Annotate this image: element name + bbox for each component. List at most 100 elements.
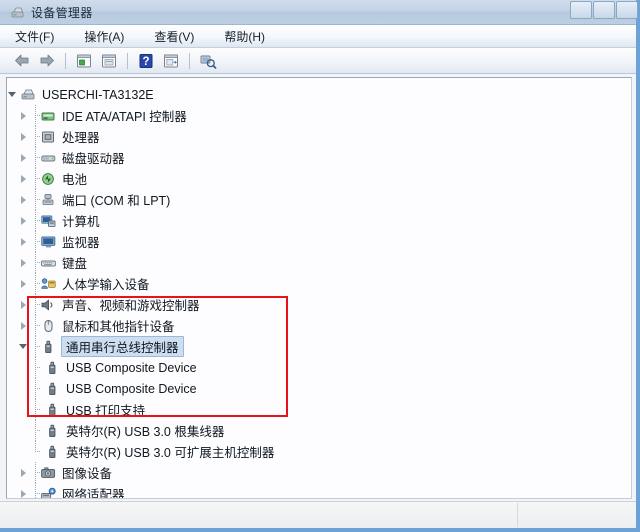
tree-item-label: 磁盘驱动器 — [62, 152, 125, 166]
tree-item[interactable]: 电池 — [7, 168, 631, 189]
tree-connector — [31, 231, 41, 252]
tree-item-label: 图像设备 — [62, 467, 113, 481]
tree-item[interactable]: 英特尔(R) USB 3.0 可扩展主机控制器 — [7, 441, 631, 462]
tree-item-label: 声音、视频和游戏控制器 — [62, 299, 200, 313]
tree-item[interactable]: 声音、视频和游戏控制器 — [7, 294, 631, 315]
tree-item[interactable]: 鼠标和其他指针设备 — [7, 315, 631, 336]
chevron-right-icon[interactable] — [18, 110, 29, 121]
status-divider — [517, 503, 518, 527]
tree-item-label: 英特尔(R) USB 3.0 可扩展主机控制器 — [66, 446, 275, 460]
tree-item[interactable]: USB Composite Device — [7, 357, 631, 378]
device-manager-window: 设备管理器 文件(F) 操作(A) 查看(V) 帮助(H) ? USERCHI-… — [0, 0, 640, 532]
tree-connector — [31, 126, 41, 147]
chevron-right-icon[interactable] — [18, 488, 29, 498]
chevron-right-icon[interactable] — [18, 152, 29, 163]
chevron-right-icon[interactable] — [18, 131, 29, 142]
tree-item-label: 网络适配器 — [62, 488, 125, 499]
menu-bar: 文件(F) 操作(A) 查看(V) 帮助(H) — [0, 25, 636, 48]
scan-hardware-changes-icon[interactable] — [197, 50, 219, 71]
imaging-device-icon — [40, 465, 57, 481]
device-tree[interactable]: USERCHI-TA3132E IDE ATA/ATAPI 控制器处理器磁盘驱动器… — [6, 77, 632, 499]
chevron-right-icon[interactable] — [18, 278, 29, 289]
tree-item[interactable]: 计算机 — [7, 210, 631, 231]
status-bar — [0, 501, 636, 528]
usb-device-icon — [44, 360, 61, 376]
tree-connector — [31, 399, 41, 420]
menu-file[interactable]: 文件(F) — [12, 27, 57, 46]
toolbar-separator — [189, 52, 190, 69]
minimize-button[interactable] — [570, 1, 592, 19]
tree-connector — [31, 252, 41, 273]
tree-item-label: 端口 (COM 和 LPT) — [62, 194, 171, 208]
tree-connector — [31, 189, 41, 210]
tree-item[interactable]: IDE ATA/ATAPI 控制器 — [7, 105, 631, 126]
chevron-right-icon[interactable] — [18, 467, 29, 478]
tree-connector — [31, 147, 41, 168]
hid-icon — [40, 276, 57, 292]
ide-controller-icon — [40, 108, 57, 124]
menu-help[interactable]: 帮助(H) — [221, 27, 268, 46]
tree-item[interactable]: 键盘 — [7, 252, 631, 273]
tree-item[interactable]: USB Composite Device — [7, 378, 631, 399]
menu-view[interactable]: 查看(V) — [151, 27, 197, 46]
maximize-button[interactable] — [593, 1, 615, 19]
tree-item[interactable]: 端口 (COM 和 LPT) — [7, 189, 631, 210]
keyboard-icon — [40, 255, 57, 271]
tree-item[interactable]: 通用串行总线控制器 — [7, 336, 631, 357]
chevron-right-icon[interactable] — [18, 257, 29, 268]
update-driver-icon[interactable] — [98, 50, 120, 71]
tree-connector — [31, 483, 41, 498]
close-button[interactable] — [616, 1, 638, 19]
forward-arrow-icon[interactable] — [36, 50, 58, 71]
properties-icon[interactable] — [73, 50, 95, 71]
chevron-right-icon[interactable] — [18, 215, 29, 226]
tree-connector — [31, 357, 41, 378]
tree-item-label: USB Composite Device — [66, 360, 197, 375]
tree-item-label: 英特尔(R) USB 3.0 根集线器 — [66, 425, 225, 439]
usb-device-icon — [44, 423, 61, 439]
tree-item-label: 通用串行总线控制器 — [61, 336, 184, 357]
chevron-right-icon[interactable] — [18, 236, 29, 247]
computer-icon — [40, 213, 57, 229]
title-bar[interactable]: 设备管理器 — [0, 0, 638, 25]
window-title: 设备管理器 — [31, 5, 93, 20]
mouse-icon — [40, 318, 57, 334]
tree-item[interactable]: 处理器 — [7, 126, 631, 147]
disk-drive-icon — [40, 150, 57, 166]
tree-connector — [31, 168, 41, 189]
tree-item[interactable]: 网络适配器 — [7, 483, 631, 499]
chevron-down-icon[interactable] — [18, 341, 29, 352]
tree-connector — [31, 462, 41, 483]
usb-device-icon — [44, 444, 61, 460]
tree-item[interactable]: 监视器 — [7, 231, 631, 252]
port-icon — [40, 192, 57, 208]
tree-connector — [31, 420, 41, 441]
help-icon[interactable]: ? — [135, 50, 157, 71]
tree-connector — [31, 105, 41, 126]
sound-icon — [40, 297, 57, 313]
chevron-right-icon[interactable] — [18, 320, 29, 331]
tree-item-label: 鼠标和其他指针设备 — [62, 320, 175, 334]
tree-item[interactable]: 磁盘驱动器 — [7, 147, 631, 168]
tree-connector — [31, 294, 41, 315]
chevron-down-icon[interactable] — [7, 89, 18, 100]
chevron-right-icon[interactable] — [18, 173, 29, 184]
tree-item[interactable]: USB 打印支持 — [7, 399, 631, 420]
toolbar-separator — [127, 52, 128, 69]
tree-item-label: USERCHI-TA3132E — [42, 87, 154, 102]
computer-node-icon — [20, 87, 37, 103]
tree-item-label: USB Composite Device — [66, 381, 197, 396]
tree-item[interactable]: 英特尔(R) USB 3.0 根集线器 — [7, 420, 631, 441]
usb-controller-icon — [40, 339, 57, 355]
menu-action[interactable]: 操作(A) — [81, 27, 127, 46]
tree-item[interactable]: 人体学输入设备 — [7, 273, 631, 294]
back-arrow-icon[interactable] — [11, 50, 33, 71]
tree-item-label: IDE ATA/ATAPI 控制器 — [62, 110, 187, 124]
tree-item[interactable]: 图像设备 — [7, 462, 631, 483]
tree-connector — [31, 336, 41, 357]
chevron-right-icon[interactable] — [18, 194, 29, 205]
chevron-right-icon[interactable] — [18, 299, 29, 310]
tree-connector — [31, 378, 41, 399]
show-hidden-icon[interactable] — [160, 50, 182, 71]
tree-root-item[interactable]: USERCHI-TA3132E — [7, 84, 631, 105]
